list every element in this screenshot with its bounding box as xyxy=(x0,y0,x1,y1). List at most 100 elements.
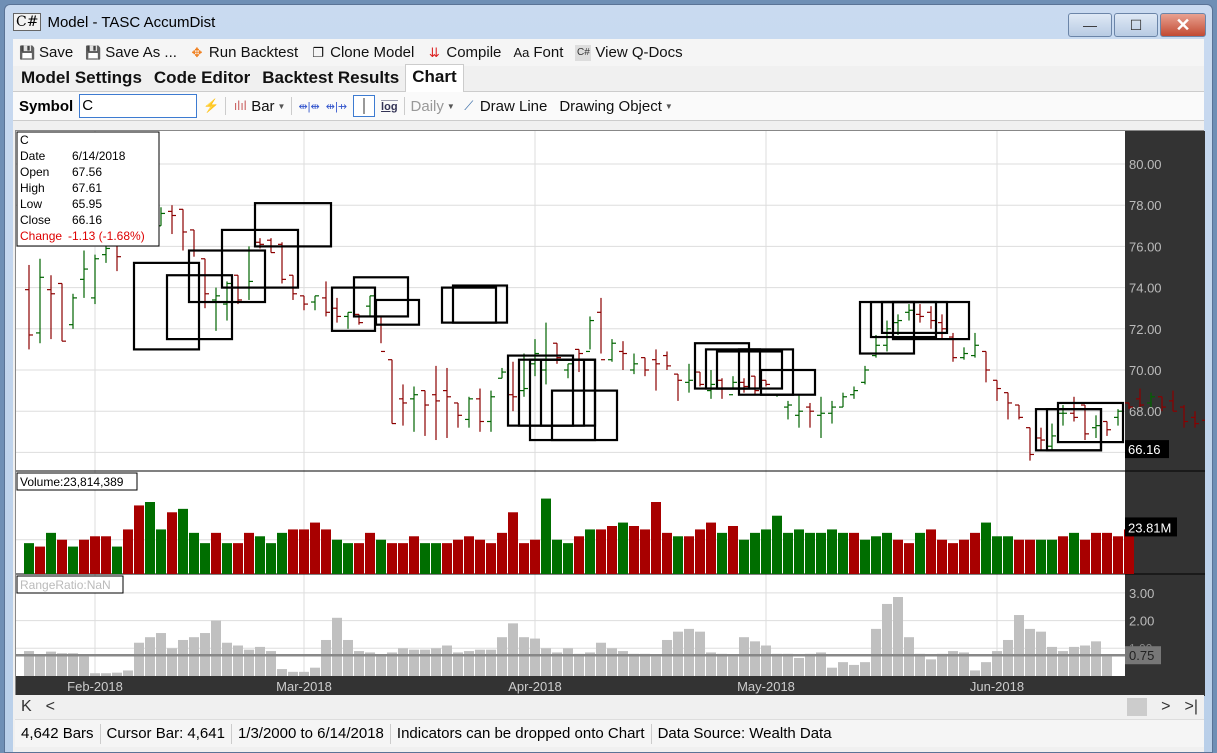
volume-bar xyxy=(90,536,100,574)
volume-bar xyxy=(376,539,386,574)
tab-code-editor[interactable]: Code Editor xyxy=(148,66,256,91)
range-ratio-bar xyxy=(398,648,408,676)
volume-bar xyxy=(244,532,254,574)
symbol-input[interactable]: C xyxy=(79,94,198,118)
volume-bar xyxy=(365,532,375,574)
font-button[interactable]: Aa Font xyxy=(509,44,567,61)
volume-bar xyxy=(1091,532,1101,574)
volume-bar xyxy=(398,543,408,574)
volume-bar xyxy=(783,532,793,574)
lightning-icon[interactable]: ⚡ xyxy=(203,98,219,114)
tab-backtest-results[interactable]: Backtest Results xyxy=(256,66,405,91)
volume-bar xyxy=(794,529,804,574)
toolbar-label: Clone Model xyxy=(330,44,415,61)
volume-bar xyxy=(1025,539,1035,574)
range-ratio-bar xyxy=(145,637,155,676)
chart-svg[interactable]: 80.00 78.00 76.00 74.00 72.00 70.00 68.00 Feb-2… xyxy=(16,131,1210,696)
volume-bar xyxy=(299,529,309,574)
range-ratio-bar xyxy=(915,653,925,676)
volume-bar xyxy=(200,543,210,574)
zoom-out-bars-button[interactable]: ⇹|⇸ xyxy=(326,100,347,113)
chart-type-label: Bar xyxy=(251,97,275,115)
range-ratio-bar xyxy=(497,637,507,676)
range-ratio-bar xyxy=(937,653,947,676)
save-as-button[interactable]: 💾 Save As ... xyxy=(81,44,181,61)
range-ratio-bar xyxy=(970,670,980,676)
volume-bar xyxy=(596,529,606,574)
drawing-object-dropdown[interactable]: Drawing Object ▼ xyxy=(559,98,672,115)
range-ratio-bar xyxy=(442,645,452,676)
log-scale-button[interactable]: log xyxy=(381,99,398,113)
data-box-value: 6/14/2018 xyxy=(72,149,126,163)
scroll-thumb[interactable] xyxy=(1127,698,1148,716)
cursor-mode-button[interactable] xyxy=(353,95,376,117)
range-ratio-bar xyxy=(343,639,353,676)
data-box-value: 67.61 xyxy=(72,181,102,195)
range-ratio-bar xyxy=(112,672,122,676)
scale-dropdown[interactable]: Daily ▼ xyxy=(411,98,455,115)
range-ratio-bar xyxy=(1003,639,1013,676)
save-button[interactable]: 💾 Save xyxy=(15,44,77,61)
drawing-object-label: Drawing Object xyxy=(559,97,662,115)
data-box-key: Close xyxy=(20,213,51,227)
pattern-box xyxy=(759,368,817,396)
range-ratio-bar xyxy=(1091,641,1101,676)
compile-button[interactable]: ⇊ Compile xyxy=(422,44,505,61)
minimize-button[interactable]: — xyxy=(1068,13,1112,37)
data-box-key: Change xyxy=(20,229,62,243)
volume-bar xyxy=(354,543,364,574)
maximize-button[interactable]: ☐ xyxy=(1114,13,1158,37)
range-ratio-bar xyxy=(68,653,78,676)
volume-bar xyxy=(860,539,870,574)
view-q-docs-button[interactable]: C# View Q-Docs xyxy=(571,44,686,61)
toolbar-label: Font xyxy=(533,44,564,61)
tab-model-settings[interactable]: Model Settings xyxy=(15,66,148,91)
price-tick-label: 80.00 xyxy=(1129,157,1162,172)
chart-area[interactable]: 80.00 78.00 76.00 74.00 72.00 70.00 68.00 Feb-2… xyxy=(15,130,1210,696)
range-ratio-bar xyxy=(530,638,540,676)
chart-scroll-nav: K < > >| xyxy=(15,695,1204,719)
status-hint: Indicators can be dropped onto Chart xyxy=(391,723,652,744)
status-bar: 4,642 Bars Cursor Bar: 4,641 1/3/2000 to… xyxy=(15,719,1204,747)
price-tick-label: 70.00 xyxy=(1129,363,1162,378)
data-box-key: Low xyxy=(20,197,42,211)
range-ratio-bar xyxy=(838,662,848,676)
volume-bar xyxy=(717,532,727,574)
run-backtest-icon: ✥ xyxy=(191,44,203,60)
volume-bar xyxy=(728,526,738,574)
volume-bar xyxy=(519,543,529,574)
pattern-box xyxy=(869,300,938,339)
chart-type-dropdown[interactable]: ılıl Bar ▼ xyxy=(232,97,286,115)
volume-bar xyxy=(651,502,661,574)
tab-chart[interactable]: Chart xyxy=(405,64,464,92)
range-ratio-bar xyxy=(805,653,815,676)
range-ratio-bar xyxy=(651,656,661,676)
scroll-next-button[interactable]: > xyxy=(1161,698,1170,716)
run-backtest-button[interactable]: ✥ Run Backtest xyxy=(185,44,302,61)
scroll-prev-button[interactable]: < xyxy=(46,698,55,716)
volume-bar xyxy=(772,515,782,574)
zoom-in-bars-button[interactable]: ⇹|⇹ xyxy=(298,100,319,113)
volume-bar xyxy=(24,543,34,574)
data-box-key: High xyxy=(20,181,45,195)
close-button[interactable]: ✕ xyxy=(1160,13,1206,37)
range-ratio-bar xyxy=(310,667,320,676)
volume-bar xyxy=(585,529,595,574)
date-tick-label: May-2018 xyxy=(737,679,795,694)
price-tick-label: 68.00 xyxy=(1129,404,1162,419)
range-ratio-bar xyxy=(233,645,243,676)
range-ratio-bar xyxy=(57,653,67,676)
range-tick-label: 3.00 xyxy=(1129,586,1154,601)
clone-model-button[interactable]: ❐ Clone Model xyxy=(306,44,418,61)
range-ratio-bar xyxy=(508,623,518,676)
volume-bar xyxy=(607,526,617,574)
draw-line-button[interactable]: ⟋ Draw Line xyxy=(461,98,547,115)
scroll-first-button[interactable]: K xyxy=(21,698,32,716)
range-ratio-bar xyxy=(695,631,705,676)
volume-bar xyxy=(134,505,144,574)
scroll-last-button[interactable]: >| xyxy=(1185,698,1199,716)
volume-bar xyxy=(112,546,122,574)
price-tick-label: 76.00 xyxy=(1129,239,1162,254)
volume-bar xyxy=(981,522,991,574)
range-ratio-bar xyxy=(607,648,617,676)
